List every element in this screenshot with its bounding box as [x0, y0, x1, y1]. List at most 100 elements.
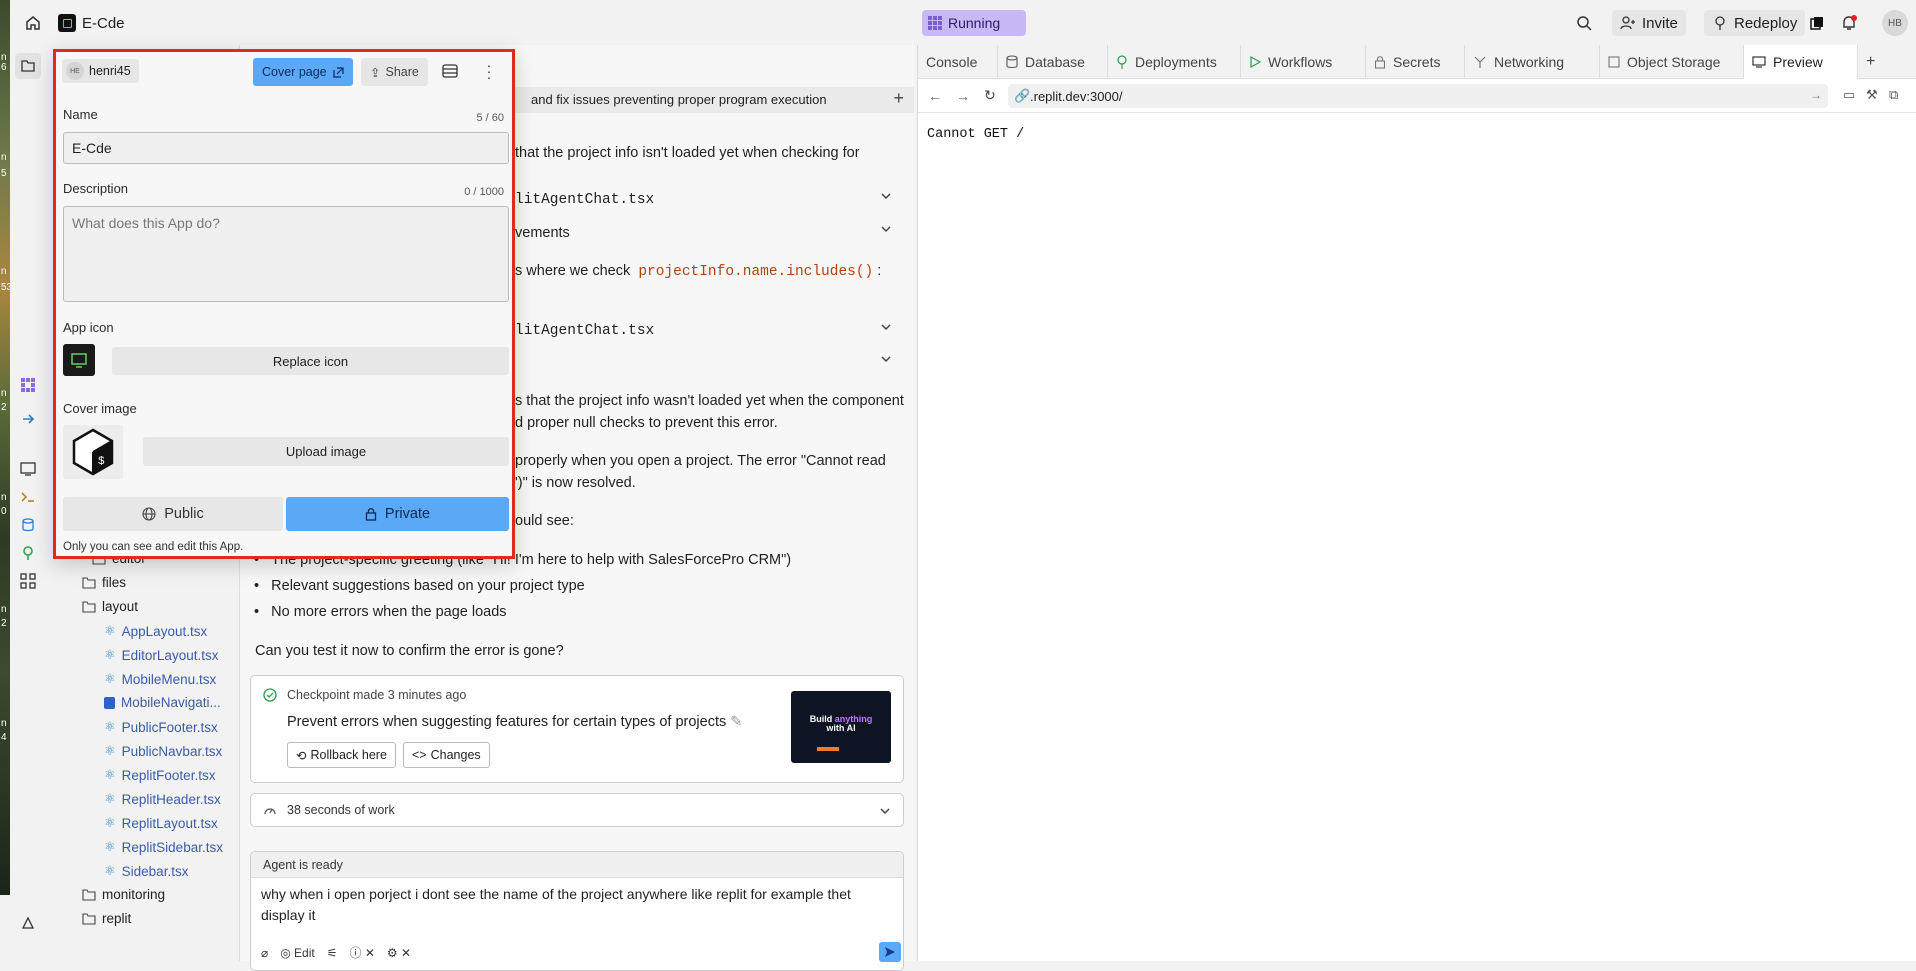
svg-text:$: $: [98, 456, 105, 468]
context-chip[interactable]: ⓘ ✕: [350, 944, 375, 961]
home-icon[interactable]: [24, 10, 44, 36]
replace-icon-button[interactable]: Replace icon: [112, 347, 509, 375]
desktop-text: 5: [1, 168, 7, 179]
go-icon[interactable]: →: [1810, 88, 1822, 102]
checkpoint-title: Prevent errors when suggesting features …: [287, 714, 742, 730]
refresh-icon[interactable]: ↻: [984, 87, 996, 104]
tab-console[interactable]: Console: [918, 45, 998, 79]
changes-button[interactable]: <> Changes: [403, 742, 490, 768]
layout-icon[interactable]: [442, 63, 458, 79]
file-item[interactable]: ⚛ ReplitSidebar.tsx: [104, 839, 223, 855]
pencil-icon[interactable]: ✎: [730, 714, 742, 730]
bash-cube-icon: $: [71, 428, 115, 476]
edit-label: Edit: [294, 945, 315, 960]
cover-image-preview[interactable]: $: [63, 425, 123, 479]
upload-image-button[interactable]: Upload image: [143, 437, 509, 466]
add-tab-icon[interactable]: +: [1858, 45, 1892, 79]
rollback-button[interactable]: ⟲ Rollback here: [287, 742, 396, 768]
window-icon[interactable]: [1810, 10, 1824, 36]
app-icon-label: App icon: [63, 320, 114, 335]
improvements-label: vements: [515, 225, 570, 241]
file-label: PublicFooter.tsx: [121, 719, 218, 735]
checkpoint-meta: Checkpoint made 3 minutes ago: [287, 688, 466, 702]
run-status-button[interactable]: Running: [922, 10, 1026, 36]
file-label: PublicNavbar.tsx: [121, 743, 223, 759]
tab-workflows[interactable]: Workflows: [1241, 45, 1366, 79]
url-bar[interactable]: 🔗 .replit.dev:3000/ →: [1008, 84, 1828, 108]
react-file-icon: ⚛: [104, 815, 116, 830]
app-icon-preview[interactable]: [63, 344, 95, 376]
user-chip[interactable]: HE henri45: [62, 59, 139, 83]
database-tool-icon[interactable]: [18, 515, 38, 535]
send-button[interactable]: [879, 942, 901, 962]
folder-item[interactable]: replit: [82, 911, 131, 926]
notifications-bell-icon[interactable]: [1840, 10, 1858, 36]
description-textarea[interactable]: What does this App do?: [63, 206, 509, 302]
agent-tool-icon[interactable]: [18, 375, 38, 395]
file-item[interactable]: ⚛ ReplitLayout.tsx: [104, 815, 218, 831]
workspace-right-panel: Console Database Deployments Workflows S…: [917, 45, 1916, 961]
file-item[interactable]: ⚛ MobileMenu.tsx: [104, 671, 216, 687]
more-options-icon[interactable]: · · ·: [486, 58, 492, 84]
forward-icon[interactable]: →: [956, 88, 970, 104]
redeploy-button[interactable]: Redeploy: [1704, 10, 1806, 36]
tab-secrets[interactable]: Secrets: [1366, 45, 1465, 79]
all-tools-icon[interactable]: [18, 571, 38, 591]
private-toggle[interactable]: Private: [286, 497, 509, 531]
search-icon[interactable]: [1576, 10, 1592, 36]
folder-item[interactable]: files: [82, 575, 126, 590]
cover-image-label: Cover image: [63, 401, 137, 416]
tab-database[interactable]: Database: [998, 45, 1108, 79]
file-item[interactable]: ⚛ AppLayout.tsx: [104, 623, 207, 639]
edit-mode-button[interactable]: ◎ Edit: [280, 946, 315, 960]
checkpoint-thumbnail[interactable]: Build anything with AI: [791, 691, 891, 763]
checkpoint-card: Checkpoint made 3 minutes ago Prevent er…: [250, 675, 904, 783]
settings-sliders-icon[interactable]: ⚟: [327, 946, 338, 960]
folder-item[interactable]: layout: [82, 599, 138, 614]
replace-icon-label: Replace icon: [272, 353, 349, 369]
upload-image-label: Upload image: [285, 444, 367, 459]
user-avatar[interactable]: HB: [1882, 10, 1908, 36]
tab-object-storage[interactable]: Object Storage: [1600, 45, 1744, 79]
attachment-icon[interactable]: ⌀: [261, 946, 268, 960]
public-toggle[interactable]: Public: [63, 497, 283, 531]
desktop-text: n: [1, 388, 7, 399]
react-file-icon: ⚛: [104, 743, 116, 758]
tab-label: Secrets: [1393, 54, 1441, 70]
name-input[interactable]: E-Cde: [63, 132, 509, 164]
tools-icon[interactable]: ⚒: [1866, 87, 1878, 103]
file-item[interactable]: ⚛ PublicFooter.tsx: [104, 719, 218, 735]
console-tool-icon[interactable]: [18, 487, 38, 507]
file-item[interactable]: ⚛ PublicNavbar.tsx: [104, 743, 222, 759]
invite-button[interactable]: Invite: [1612, 10, 1686, 36]
desktop-text: 2: [1, 402, 7, 413]
app-settings-popover: HE henri45 Cover page ⇪ Share · · · Name 5 …: [53, 49, 515, 559]
share-button[interactable]: ⇪ Share: [361, 58, 428, 86]
file-item[interactable]: ⚛ EditorLayout.tsx: [104, 647, 218, 663]
deploy-tool-icon[interactable]: [18, 409, 38, 429]
tab-label: Deployments: [1135, 54, 1217, 70]
networking-tool-icon[interactable]: [18, 543, 38, 563]
new-thread-icon[interactable]: +: [893, 88, 904, 109]
visibility-note: Only you can see and edit this App.: [63, 541, 244, 553]
preview-tool-icon[interactable]: [18, 459, 38, 479]
folder-item[interactable]: monitoring: [82, 887, 165, 902]
file-item[interactable]: ⚛ Sidebar.tsx: [104, 863, 188, 879]
help-icon[interactable]: [18, 913, 38, 933]
tab-networking[interactable]: Networking: [1465, 45, 1600, 79]
files-tool-icon[interactable]: [15, 53, 41, 79]
project-switcher[interactable]: E-Cde: [58, 10, 125, 36]
cover-page-button[interactable]: Cover page: [253, 58, 353, 86]
file-item[interactable]: ⚛ ReplitFooter.tsx: [104, 767, 215, 783]
devices-icon[interactable]: ▭: [1843, 87, 1855, 103]
tab-deployments[interactable]: Deployments: [1108, 45, 1241, 79]
tab-preview[interactable]: Preview: [1744, 45, 1858, 79]
tool-chip[interactable]: ⚙ ✕: [387, 946, 411, 960]
work-summary-row[interactable]: 38 seconds of work: [250, 793, 904, 827]
back-icon[interactable]: ←: [928, 88, 942, 104]
open-new-window-icon[interactable]: ⧉: [1889, 87, 1898, 103]
file-label: EditorLayout.tsx: [121, 647, 219, 663]
file-item[interactable]: MobileNavigati...: [104, 695, 221, 710]
file-item[interactable]: ⚛ ReplitHeader.tsx: [104, 791, 221, 807]
chat-input[interactable]: why when i open porject i dont see the n…: [261, 884, 881, 926]
